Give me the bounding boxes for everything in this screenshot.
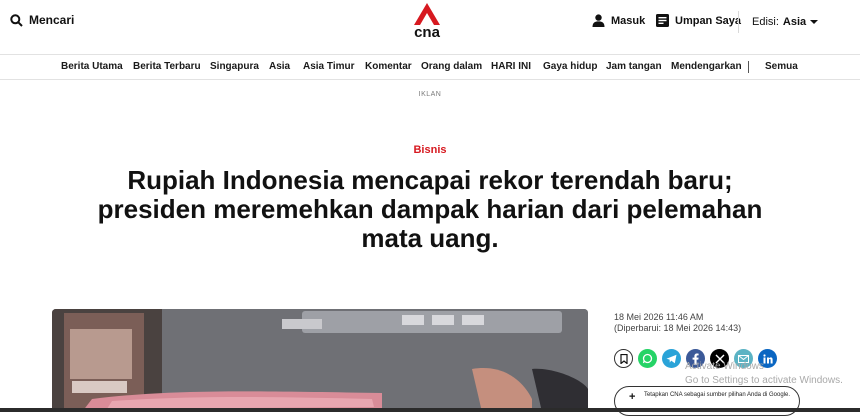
nav-item-komentar[interactable]: Komentar xyxy=(365,61,412,72)
hero-photo xyxy=(52,309,588,412)
search-button[interactable]: Mencari xyxy=(10,13,74,27)
telegram-icon xyxy=(666,354,677,363)
plus-icon: + xyxy=(629,391,636,403)
published-date: 18 Mei 2026 11:46 AM xyxy=(614,312,704,322)
cna-logo-mark xyxy=(414,3,440,25)
nav-divider xyxy=(748,61,749,73)
search-label: Mencari xyxy=(29,13,75,27)
whatsapp-icon xyxy=(642,353,653,364)
cna-logo[interactable]: cna xyxy=(410,2,444,42)
bookmark-icon xyxy=(619,353,628,364)
nav-item-asia[interactable]: Asia xyxy=(269,61,290,72)
section-label[interactable]: Bisnis xyxy=(0,144,860,156)
nav-item-hari-ini[interactable]: HARI INI xyxy=(491,61,531,72)
feed-icon xyxy=(656,14,669,27)
google-preferred-source-label: Tetapkan CNA sebagai sumber pilihan Anda… xyxy=(643,392,791,398)
nav-item-asia-timur[interactable]: Asia Timur xyxy=(303,61,355,72)
nav-item-singapura[interactable]: Singapura xyxy=(210,61,259,72)
updated-date: (Diperbarui: 18 Mei 2026 14:43) xyxy=(614,323,742,333)
watermark-line-2: Go to Settings to activate Windows. xyxy=(685,375,843,386)
whatsapp-share-button[interactable] xyxy=(638,349,657,368)
telegram-share-button[interactable] xyxy=(662,349,681,368)
logo-text: cna xyxy=(414,24,440,41)
bookmark-button[interactable] xyxy=(614,349,633,368)
nav-item-berita-terbaru[interactable]: Berita Terbaru xyxy=(133,61,201,72)
windows-activation-watermark: Activate Windows Go to Settings to activ… xyxy=(685,360,843,388)
edition-selector[interactable]: Edisi: Asia xyxy=(752,16,819,28)
nav-item-orang-dalam[interactable]: Orang dalam xyxy=(421,61,482,72)
nav-item-semua[interactable]: Semua xyxy=(765,61,798,72)
caret-down-icon xyxy=(810,20,819,24)
my-feed-button[interactable]: Umpan Saya xyxy=(656,14,741,27)
nav-border-bottom xyxy=(0,79,860,80)
nav-item-mendengarkan[interactable]: Mendengarkan xyxy=(671,61,742,72)
ad-label: IKLAN xyxy=(418,91,442,98)
nav-item-berita-utama[interactable]: Berita Utama xyxy=(61,61,123,72)
bottom-strip xyxy=(0,408,860,412)
article-headline: Rupiah Indonesia mencapai rekor terendah… xyxy=(97,165,763,253)
main-nav: Berita Utama Berita Terbaru Singapura As… xyxy=(0,55,860,79)
my-feed-label: Umpan Saya xyxy=(675,14,742,27)
article-hero-image xyxy=(52,309,588,412)
edition-prefix: Edisi: xyxy=(752,16,779,28)
login-button[interactable]: Masuk xyxy=(592,14,645,27)
login-label: Masuk xyxy=(611,14,646,27)
nav-item-gaya-hidup[interactable]: Gaya hidup xyxy=(543,61,597,72)
search-icon xyxy=(10,13,23,27)
watermark-line-1: Activate Windows xyxy=(685,361,764,372)
edition-value: Asia xyxy=(782,16,807,28)
user-icon xyxy=(592,14,605,27)
nav-item-jam-tangan[interactable]: Jam tangan xyxy=(606,61,662,72)
header-divider xyxy=(738,11,739,33)
